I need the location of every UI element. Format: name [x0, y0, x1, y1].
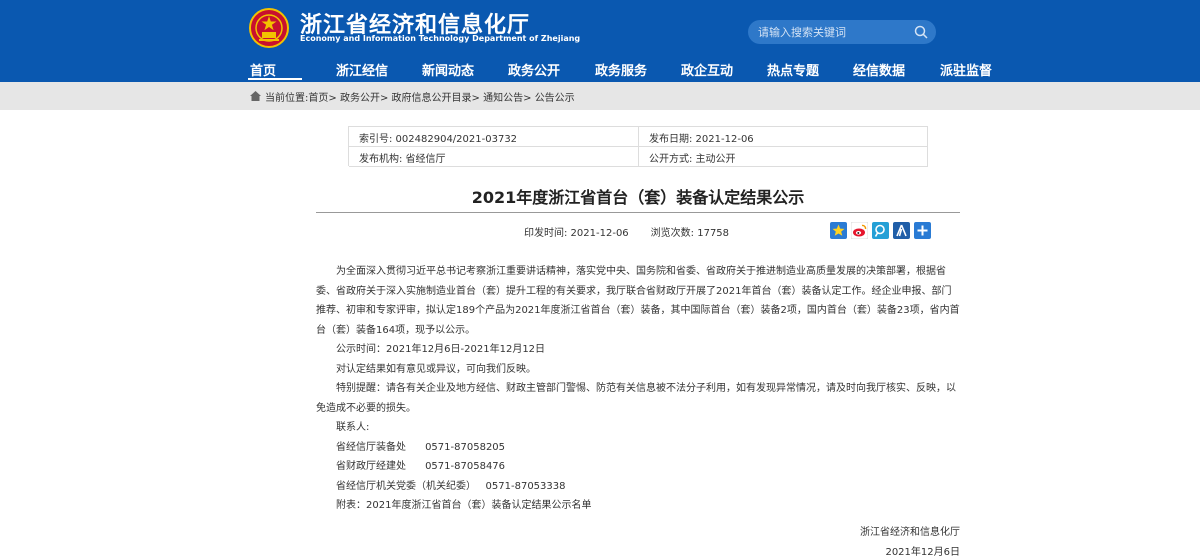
- paragraph-contact-label: 联系人:: [336, 422, 370, 433]
- paragraph-feedback: 对认定结果如有意见或异议，可向我们反映。: [336, 363, 536, 375]
- title-divider: [316, 212, 960, 213]
- nav-item-hot-topics[interactable]: 热点专题: [767, 60, 819, 82]
- signature-date: 2021年12月6日: [885, 547, 960, 558]
- site-header: 浙江省经济和信息化厅 Economy and Information Techn…: [0, 0, 1200, 82]
- nav-item-news[interactable]: 新闻动态: [422, 60, 474, 82]
- breadcrumb-bar: 当前位置:首页> 政务公开> 政府信息公开目录> 通知公告> 公告公示: [0, 82, 1200, 110]
- nav-item-home[interactable]: 首页: [247, 60, 303, 82]
- nav-item-government-affairs[interactable]: 政务公开: [508, 60, 560, 82]
- breadcrumb-separator: >: [523, 93, 532, 104]
- breadcrumb-notices[interactable]: 通知公告: [483, 93, 523, 104]
- meta-publisher: 发布机构: 省经信厅: [349, 147, 639, 167]
- meta-index-no: 索引号: 002482904/2021-03732: [349, 127, 639, 147]
- article-title: 2021年度浙江省首台（套）装备认定结果公示: [471, 188, 805, 207]
- search-box: [748, 20, 936, 44]
- contact-finance-division: 省财政厅经建处 0571-87058476: [336, 461, 506, 472]
- contact-equipment-division: 省经信厅装备处 0571-87058205: [336, 441, 506, 453]
- meta-open-mode: 公开方式: 主动公开: [639, 147, 928, 167]
- nav-item-interaction[interactable]: 政企互动: [681, 60, 733, 82]
- site-subtitle: Economy and Information Technology Depar…: [300, 34, 581, 43]
- print-time: 印发时间: 2021-12-06: [524, 228, 629, 239]
- favorite-icon[interactable]: [830, 222, 847, 239]
- nav-item-data[interactable]: 经信数据: [853, 60, 905, 82]
- meta-publish-date: 发布日期: 2021-12-06: [639, 127, 928, 147]
- breadcrumb-announcements[interactable]: 公告公示: [535, 93, 575, 104]
- breadcrumb-info-catalog[interactable]: 政府信息公开目录: [392, 93, 472, 104]
- article-body: 为全面深入贯彻习近平总书记考察浙江重要讲话精神，落实党中央、国务院和省委、省政府…: [316, 262, 960, 516]
- breadcrumb-separator: >: [328, 93, 337, 104]
- home-icon: [250, 91, 261, 101]
- tencent-weibo-icon[interactable]: [872, 222, 889, 239]
- breadcrumb-government-affairs[interactable]: 政务公开: [340, 93, 380, 104]
- paragraph-intro: 为全面深入贯彻习近平总书记考察浙江重要讲话精神，落实党中央、国务院和省委、省政府…: [316, 266, 960, 336]
- breadcrumb: 当前位置:首页> 政务公开> 政府信息公开目录> 通知公告> 公告公示: [265, 89, 575, 104]
- breadcrumb-home[interactable]: 首页: [308, 93, 328, 104]
- breadcrumb-separator: >: [379, 93, 389, 104]
- attachment-link[interactable]: 附表：2021年度浙江省首台（套）装备认定结果公示名单: [316, 496, 960, 516]
- national-emblem-icon[interactable]: [249, 8, 289, 48]
- signature: 浙江省经济和信息化厅: [860, 527, 960, 538]
- nav-item-supervision[interactable]: 派驻监督: [940, 60, 992, 82]
- paragraph-period: 公示时间：2021年12月6日-2021年12月12日: [336, 344, 546, 355]
- article-info: 印发时间: 2021-12-06 浏览次数: 17758: [524, 224, 729, 239]
- search-input[interactable]: [758, 24, 908, 40]
- view-count: 浏览次数: 17758: [650, 228, 730, 239]
- more-share-icon[interactable]: [914, 222, 931, 239]
- nav-item-government-services[interactable]: 政务服务: [595, 60, 647, 82]
- paragraph-warning: 特别提醒：请各有关企业及地方经信、财政主管部门警惕、防范有关信息被不法分子利用，…: [316, 383, 956, 414]
- contact-party-committee: 省经信厅机关党委（机关纪委） 0571-87053338: [336, 480, 566, 492]
- renren-icon[interactable]: [893, 222, 910, 239]
- breadcrumb-prefix: 当前位置:: [265, 93, 309, 104]
- search-icon[interactable]: [914, 25, 928, 39]
- nav-item-zhejiang-jingxin[interactable]: 浙江经信: [336, 60, 388, 82]
- main-nav: 首页 浙江经信 新闻动态 政务公开 政务服务 政企互动 热点专题 经信数据 派驻…: [0, 56, 1200, 82]
- meta-table: 索引号: 002482904/2021-03732 发布日期: 2021-12-…: [348, 126, 928, 167]
- breadcrumb-separator: >: [471, 93, 480, 104]
- weibo-icon[interactable]: [850, 221, 869, 240]
